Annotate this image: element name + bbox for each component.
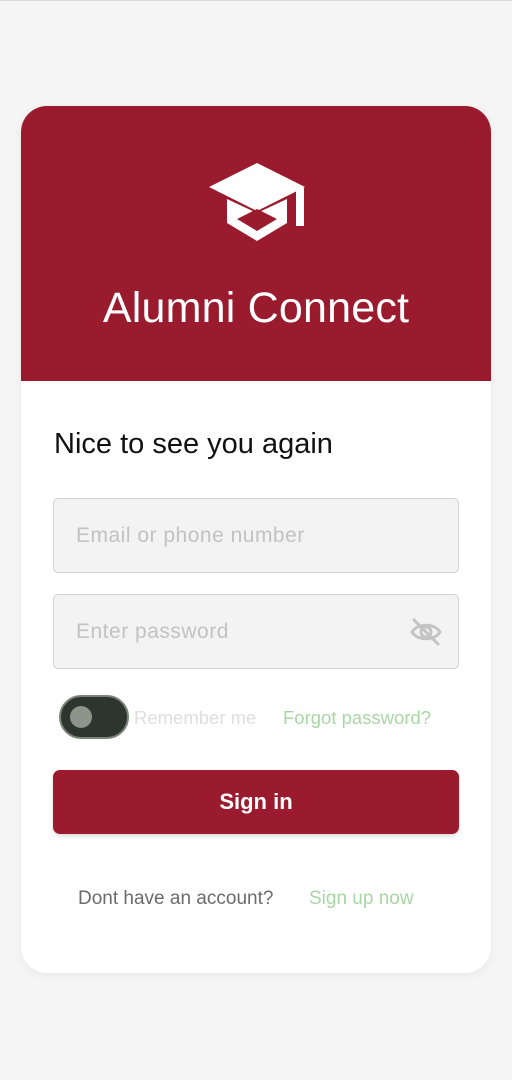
signup-row: Dont have an account? Sign up now: [21, 888, 491, 912]
eye-off-icon[interactable]: [410, 617, 442, 647]
email-field[interactable]: [53, 498, 459, 573]
toggle-knob: [70, 706, 92, 728]
top-divider: [0, 0, 512, 1]
remember-me-toggle[interactable]: [59, 695, 129, 739]
card-header: Alumni Connect: [21, 106, 491, 381]
greeting-heading: Nice to see you again: [54, 428, 333, 460]
sign-in-button[interactable]: Sign in: [53, 770, 459, 834]
app-title: Alumni Connect: [102, 284, 410, 332]
login-card: Alumni Connect Nice to see you again Rem…: [21, 106, 491, 973]
graduation-cap-icon: [209, 163, 305, 241]
sign-up-link[interactable]: Sign up now: [309, 888, 414, 910]
email-input[interactable]: [54, 499, 458, 572]
remember-me-label: Remember me: [134, 707, 257, 728]
forgot-password-link[interactable]: Forgot password?: [283, 707, 431, 729]
password-input[interactable]: [54, 595, 458, 668]
password-field[interactable]: [53, 594, 459, 669]
signup-prompt: Dont have an account?: [78, 888, 274, 909]
